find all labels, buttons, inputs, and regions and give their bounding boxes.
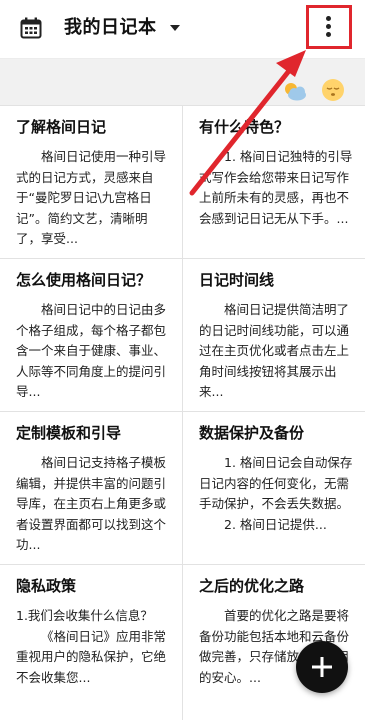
partly-cloudy-icon[interactable] — [282, 80, 308, 102]
app-bar: 我的日记本 — [0, 0, 365, 59]
card-title: 定制模板和引导 — [16, 424, 122, 442]
plus-icon — [312, 657, 332, 677]
card-how-to-use[interactable]: 怎么使用格间日记？ 格间日记中的日记由多个格子组成，每个格子都包含一个来自于健康… — [0, 259, 182, 411]
card-backup[interactable]: 数据保护及备份 1. 格间日记会自动保存日记内容的任何变化，无需手动保护，不会丢… — [183, 412, 365, 564]
card-text: 1.我们会收集什么信息？ — [16, 608, 153, 623]
card-title: 日记时间线 — [199, 271, 275, 289]
more-vertical-icon[interactable] — [325, 16, 331, 40]
card-roadmap[interactable]: 之后的优化之路 首要的优化之路是要将备份功能包括本地和云备份做完善，只存储放心，… — [183, 565, 365, 720]
card-title: 有什么特色？ — [199, 118, 290, 136]
card-text: 格间日记使用一种引导式的日记方式，灵感来自于“曼陀罗日记\九宫格日记”。简约文艺… — [16, 149, 167, 246]
caret-down-icon[interactable] — [170, 25, 180, 31]
card-understand[interactable]: 了解格间日记 格间日记使用一种引导式的日记方式，灵感来自于“曼陀罗日记\九宫格日… — [0, 106, 182, 258]
card-text: 2. 格间日记提供... — [224, 516, 327, 532]
card-text: 1. 格间日记独特的引导式写作会给您带来日记写作上前所未有的灵感，再也不会感到记… — [199, 149, 353, 226]
card-title: 隐私政策 — [16, 577, 77, 595]
card-text: 1. 格间日记会自动保存日记内容的任何变化，无需手动保护，不会丢失数据。 — [199, 455, 353, 511]
card-text: 格间日记支持格子模板编辑，并提供丰富的问题引导库，在主页右上角更多或者设置界面都… — [16, 455, 167, 552]
card-title: 了解格间日记 — [16, 118, 107, 136]
calendar-icon[interactable] — [20, 17, 42, 39]
add-entry-button[interactable] — [296, 641, 348, 693]
card-text: 格间日记中的日记由多个格子组成，每个格子都包含一个来自于健康、事业、人际等不同角… — [16, 302, 167, 399]
card-features[interactable]: 有什么特色？ 1. 格间日记独特的引导式写作会给您带来日记写作上前所未有的灵感，… — [183, 106, 365, 258]
card-privacy[interactable]: 隐私政策 1.我们会收集什么信息？ 《格间日记》应用非常重视用户的隐私保护，它绝… — [0, 565, 182, 720]
card-timeline[interactable]: 日记时间线 格间日记提供简洁明了的日记时间线功能，可以通过在主页优化或者点击左上… — [183, 259, 365, 411]
card-templates[interactable]: 定制模板和引导 格间日记支持格子模板编辑，并提供丰富的问题引导库，在主页右上角更… — [0, 412, 182, 564]
card-title: 怎么使用格间日记？ — [16, 271, 152, 289]
diary-card-grid: 了解格间日记 格间日记使用一种引导式的日记方式，灵感来自于“曼陀罗日记\九宫格日… — [0, 105, 365, 720]
card-text: 《格间日记》应用非常重视用户的隐私保护，它绝不会收集您... — [16, 628, 167, 685]
notebook-title[interactable]: 我的日记本 — [64, 15, 157, 41]
card-title: 之后的优化之路 — [199, 577, 305, 595]
card-text: 格间日记提供简洁明了的日记时间线功能，可以通过在主页优化或者点击左上角时间线按钮… — [199, 302, 350, 399]
sleepy-face-icon[interactable] — [321, 78, 345, 102]
card-title: 数据保护及备份 — [199, 424, 305, 442]
